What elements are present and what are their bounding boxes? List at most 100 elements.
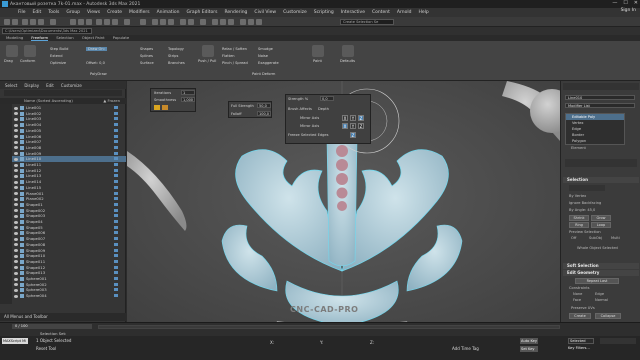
freeze-icon[interactable]	[114, 242, 118, 246]
smudge-button[interactable]: Smudge	[258, 47, 273, 51]
revert-mode-icon[interactable]	[162, 105, 168, 110]
strength-field[interactable]: 0,0	[320, 96, 334, 101]
step-build-button[interactable]: Step Build	[50, 47, 68, 51]
scene-object-row[interactable]: Sphere004	[12, 293, 126, 299]
menu-group[interactable]: Group	[66, 10, 80, 15]
modifier-list-dropdown[interactable]: Modifier List	[565, 103, 635, 108]
menu-rendering[interactable]: Rendering	[224, 10, 247, 15]
drag-button[interactable]	[6, 45, 18, 57]
push-pull-button[interactable]	[202, 45, 214, 57]
visibility-eye-icon[interactable]	[14, 174, 18, 178]
visibility-eye-icon[interactable]	[14, 186, 18, 190]
visibility-eye-icon[interactable]	[14, 123, 18, 127]
freeze-icon[interactable]	[114, 271, 118, 275]
freeze-icon[interactable]	[114, 117, 118, 121]
falloff-field[interactable]: 100,0	[257, 111, 271, 116]
by-angle-field[interactable]: By Angle: 45,0	[569, 208, 595, 212]
visibility-eye-icon[interactable]	[14, 254, 18, 258]
draw-on-dropdown[interactable]: Draw On:	[86, 47, 107, 51]
constraint-none-radio[interactable]: None	[573, 292, 582, 296]
mirror-x-toggle[interactable]: X	[342, 115, 348, 121]
select-object-icon[interactable]	[70, 19, 76, 25]
minimize-button[interactable]: —	[612, 0, 617, 6]
visibility-eye-icon[interactable]	[14, 197, 18, 201]
full-strength-field[interactable]: 50,0	[257, 103, 271, 108]
explorer-menu-edit[interactable]: Edit	[46, 83, 54, 88]
freeze-icon[interactable]	[114, 185, 118, 189]
close-button[interactable]: ✕	[634, 0, 638, 6]
name-column-header[interactable]: Name (Sorted Ascending)	[24, 98, 73, 103]
visibility-eye-icon[interactable]	[14, 163, 18, 167]
collapse-button[interactable]: Collapse	[595, 313, 621, 319]
visibility-eye-icon[interactable]	[14, 129, 18, 133]
menu-interactive[interactable]: Interactive	[341, 10, 365, 15]
freeze-icon[interactable]	[114, 220, 118, 223]
shapes-button[interactable]: Shapes	[140, 47, 153, 51]
shrink-button[interactable]: Shrink	[569, 215, 589, 221]
freeze-icon[interactable]	[114, 288, 118, 292]
scale-icon[interactable]	[112, 19, 118, 25]
freeze-icon[interactable]	[114, 140, 118, 144]
undo-icon[interactable]	[4, 19, 10, 25]
freeze-icon[interactable]	[114, 168, 118, 172]
move-icon[interactable]	[96, 19, 102, 25]
menu-edit[interactable]: Edit	[33, 10, 42, 15]
curve-editor-icon[interactable]	[212, 19, 218, 25]
strips-button[interactable]: Strips	[168, 54, 178, 58]
freeze-icon[interactable]	[114, 180, 118, 184]
freeze-icon[interactable]	[114, 191, 118, 195]
visibility-eye-icon[interactable]	[14, 203, 18, 207]
freeze-edges-toggle[interactable]: Z	[350, 132, 356, 138]
stack-element[interactable]: Element	[571, 146, 586, 150]
visibility-eye-icon[interactable]	[14, 237, 18, 241]
mirror-z-toggle[interactable]: Z	[358, 115, 364, 121]
flatten-button[interactable]: Flatten	[222, 54, 235, 58]
stack-polygon[interactable]: Polygon	[566, 138, 624, 144]
paint-deform-group-label[interactable]: Paint Deform	[252, 72, 275, 76]
freeze-icon[interactable]	[114, 163, 118, 166]
visibility-eye-icon[interactable]	[14, 266, 18, 270]
mirror2-z-toggle[interactable]: Z	[358, 123, 364, 129]
constraint-normal-radio[interactable]: Normal	[595, 298, 608, 302]
surface-button[interactable]: Surface	[140, 61, 154, 65]
extend-button[interactable]: Extend	[50, 54, 63, 58]
freeze-icon[interactable]	[114, 197, 118, 201]
freeze-icon[interactable]	[114, 225, 118, 229]
link-icon[interactable]	[22, 19, 28, 25]
visibility-eye-icon[interactable]	[14, 226, 18, 230]
freeze-icon[interactable]	[114, 157, 118, 161]
layer-icon[interactable]	[200, 19, 206, 25]
freeze-icon[interactable]	[114, 277, 118, 280]
preview-multi-radio[interactable]: Multi	[611, 236, 620, 240]
visibility-eye-icon[interactable]	[14, 220, 18, 224]
menu-graph-editors[interactable]: Graph Editors	[187, 10, 218, 15]
menu-help[interactable]: Help	[418, 10, 428, 15]
paint-button[interactable]	[312, 45, 324, 57]
material-editor-icon[interactable]	[228, 19, 234, 25]
visibility-eye-icon[interactable]	[14, 157, 18, 161]
menu-arnold[interactable]: Arnold	[397, 10, 412, 15]
noise-button[interactable]: Noise	[258, 54, 268, 58]
key-filters-button[interactable]: Key Filters...	[568, 346, 590, 350]
freeze-icon[interactable]	[114, 259, 118, 263]
selection-filter-icon[interactable]	[50, 19, 56, 25]
freeze-icon[interactable]	[114, 128, 118, 132]
mirror-icon[interactable]	[180, 19, 186, 25]
visibility-eye-icon[interactable]	[14, 135, 18, 138]
align-icon[interactable]	[188, 19, 194, 25]
explorer-column-header[interactable]: Name (Sorted Ascending) ▲ Frozen	[0, 98, 126, 104]
visibility-eye-icon[interactable]	[14, 277, 18, 281]
visibility-eye-icon[interactable]	[14, 288, 18, 292]
edit-geometry-rollout-header[interactable]: Edit Geometry	[563, 270, 639, 276]
visibility-eye-icon[interactable]	[14, 112, 18, 116]
sign-in-button[interactable]: Sign In	[621, 8, 636, 13]
freeze-icon[interactable]	[114, 151, 118, 155]
visibility-eye-icon[interactable]	[14, 169, 18, 173]
menu-civil-view[interactable]: Civil View	[254, 10, 276, 15]
menu-modifiers[interactable]: Modifiers	[129, 10, 150, 15]
visibility-eye-icon[interactable]	[14, 152, 18, 156]
freeze-icon[interactable]	[114, 202, 118, 206]
explorer-menu-customize[interactable]: Customize	[61, 83, 82, 88]
offset-field[interactable]: Offset: 0,0	[86, 61, 105, 65]
timeline-track[interactable]	[98, 325, 560, 329]
